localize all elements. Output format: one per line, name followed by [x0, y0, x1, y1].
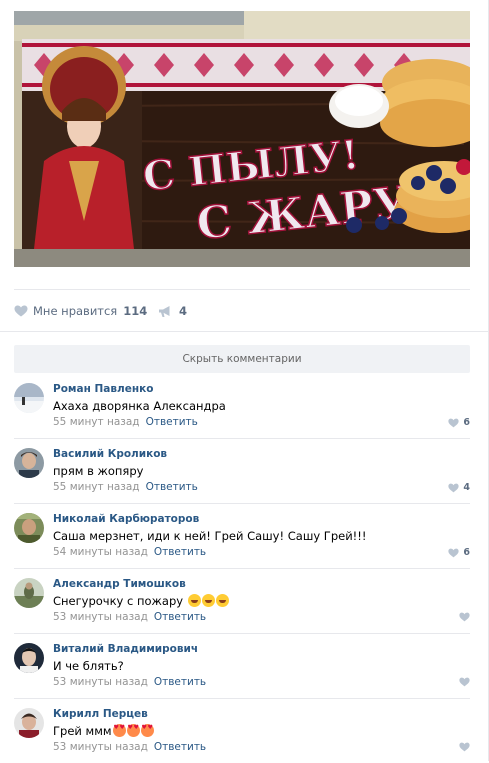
reply-link[interactable]: Ответить [146, 416, 198, 428]
laughing-emoji-icon [201, 594, 215, 607]
comment-meta: 55 минут назад Ответить [53, 416, 198, 428]
comment-like-count: 6 [463, 417, 470, 428]
post-actions-bar: Мне нравится 114 4 [14, 289, 470, 333]
comment-meta: 55 минут назад Ответить [53, 481, 198, 493]
megaphone-icon [159, 305, 170, 317]
comment-meta: 53 минуты назад Ответить [53, 676, 206, 688]
comments-list: Роман Павленко Ахаха дворянка Александра… [14, 374, 470, 763]
comment-text: прям в жопяру [53, 464, 144, 478]
comment: Николай Карбюраторов Саша мерзнет, иди к… [14, 504, 470, 569]
comment: Роман Павленко Ахаха дворянка Александра… [14, 374, 470, 439]
comment-meta: 53 минуты назад Ответить [53, 741, 206, 753]
comment: Александр Тимошков Снегурочку с пожару 5… [14, 569, 470, 634]
heart-icon [14, 305, 28, 317]
comment-like-button[interactable]: 6 [448, 417, 470, 428]
heart-eyes-emoji-icon [140, 724, 154, 737]
reply-link[interactable]: Ответить [154, 611, 206, 623]
comment-like-button[interactable]: 6 [448, 547, 470, 558]
reply-link[interactable]: Ответить [154, 546, 206, 558]
avatar[interactable] [14, 708, 44, 738]
reply-link[interactable]: Ответить [154, 741, 206, 753]
comment-like-button[interactable] [459, 612, 470, 622]
avatar[interactable] [14, 513, 44, 543]
comment-author[interactable]: Виталий Владимирович [53, 643, 198, 655]
like-button[interactable]: Мне нравится 114 [14, 302, 147, 320]
heart-icon [459, 677, 470, 687]
reply-link[interactable]: Ответить [154, 676, 206, 688]
comment-text-body: Грей ммм [53, 724, 112, 738]
comment: Кирилл Перцев Грей ммм 53 минуты назад От… [14, 699, 470, 763]
comment-meta: 54 минуты назад Ответить [53, 546, 206, 558]
avatar[interactable] [14, 383, 44, 413]
comment-time[interactable]: 53 минуты назад [53, 611, 148, 623]
laughing-emoji-icon [187, 594, 201, 607]
heart-icon [448, 548, 459, 557]
avatar[interactable] [14, 643, 44, 673]
avatar[interactable] [14, 578, 44, 608]
comment-like-count: 6 [463, 547, 470, 558]
comment-text: Саша мерзнет, иди к ней! Грей Сашу! Сашу… [53, 529, 367, 543]
comment-text-body: Снегурочку с пожару [53, 594, 184, 608]
comment-author[interactable]: Кирилл Перцев [53, 708, 148, 720]
comment-like-button[interactable] [459, 742, 470, 752]
heart-icon [448, 418, 459, 427]
comment-author[interactable]: Василий Кроликов [53, 448, 167, 460]
comment-author[interactable]: Александр Тимошков [53, 578, 186, 590]
comment-meta: 53 минуты назад Ответить [53, 611, 206, 623]
comment: Василий Кроликов прям в жопяру 55 минут … [14, 439, 470, 504]
avatar[interactable] [14, 448, 44, 478]
like-count: 114 [123, 304, 148, 318]
comment-time[interactable]: 53 минуты назад [53, 676, 148, 688]
post-photo[interactable]: С ПЫЛУ! С ЖАРУ! [14, 11, 470, 267]
comment-time[interactable]: 55 минут назад [53, 416, 140, 428]
comment-author[interactable]: Роман Павленко [53, 383, 153, 395]
heart-icon [448, 483, 459, 492]
comment-like-button[interactable] [459, 677, 470, 687]
heart-icon [459, 612, 470, 622]
comment-text: Грей ммм [53, 724, 154, 738]
like-label: Мне нравится [33, 304, 118, 318]
heart-icon [459, 742, 470, 752]
heart-eyes-emoji-icon [126, 724, 140, 737]
divider [0, 331, 488, 332]
comment-text: Ахаха дворянка Александра [53, 399, 226, 413]
comment-text: И че блять? [53, 659, 124, 673]
comment-text: Снегурочку с пожару [53, 594, 229, 608]
comment-like-button[interactable]: 4 [448, 482, 470, 493]
comment-like-count: 4 [463, 482, 470, 493]
share-count: 4 [179, 304, 188, 318]
heart-eyes-emoji-icon [112, 724, 126, 737]
billboard-image: С ПЫЛУ! С ЖАРУ! [14, 11, 470, 267]
hide-comments-button[interactable]: Скрыть комментарии [14, 345, 470, 373]
comment-time[interactable]: 55 минут назад [53, 481, 140, 493]
comment: Виталий Владимирович И че блять? 53 мину… [14, 634, 470, 699]
comment-author[interactable]: Николай Карбюраторов [53, 513, 199, 525]
reply-link[interactable]: Ответить [146, 481, 198, 493]
comment-time[interactable]: 54 минуты назад [53, 546, 148, 558]
laughing-emoji-icon [215, 594, 229, 607]
comment-time[interactable]: 53 минуты назад [53, 741, 148, 753]
share-button[interactable]: 4 [158, 302, 187, 320]
